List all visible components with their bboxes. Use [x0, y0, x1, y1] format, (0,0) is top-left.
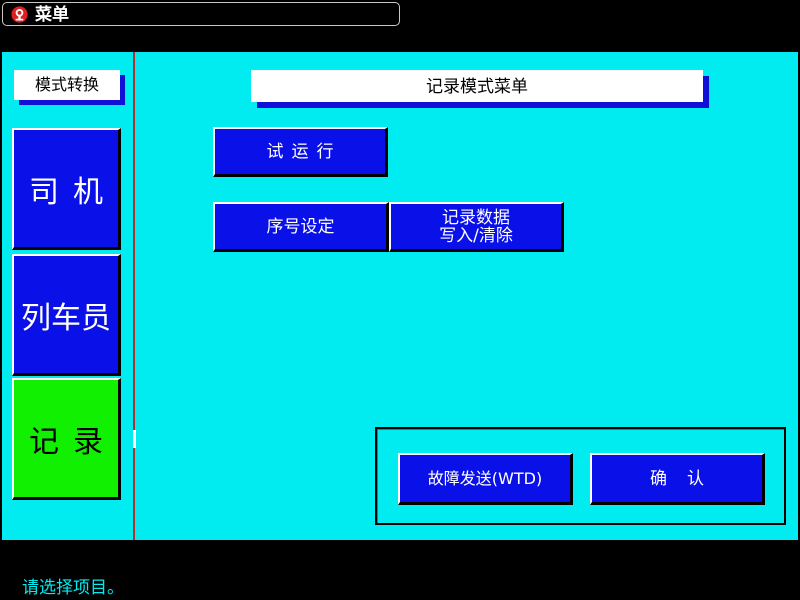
record-data-write-clear-button[interactable]: 记录数据 写入/清除 [389, 202, 564, 252]
sequence-setting-button[interactable]: 序号设定 [213, 202, 389, 252]
title-bar: 菜单 [2, 2, 400, 26]
record-data-label-line2: 写入/清除 [439, 225, 513, 246]
railway-logo-icon [11, 6, 28, 23]
fault-send-button[interactable]: 故障发送(WTD) [398, 453, 573, 505]
record-data-label-line1: 记录数据 [442, 207, 510, 228]
mode-crew-button[interactable]: 列车员 [12, 254, 121, 376]
window-title: 菜单 [35, 5, 69, 25]
status-message: 请选择项目。 [22, 578, 124, 598]
mode-switch-label: 模式转换 [14, 70, 120, 100]
active-mode-marker [133, 430, 136, 448]
trial-run-button[interactable]: 试运行 [213, 127, 388, 177]
screen: 菜单 模式转换 司机 列车员 记录 记录模式菜单 试运行 序号设定 记录数据 写… [0, 0, 800, 600]
confirm-button[interactable]: 确认 [590, 453, 765, 505]
mode-record-button[interactable]: 记录 [12, 378, 121, 500]
mode-driver-button[interactable]: 司机 [12, 128, 121, 250]
page-title: 记录模式菜单 [251, 70, 703, 102]
